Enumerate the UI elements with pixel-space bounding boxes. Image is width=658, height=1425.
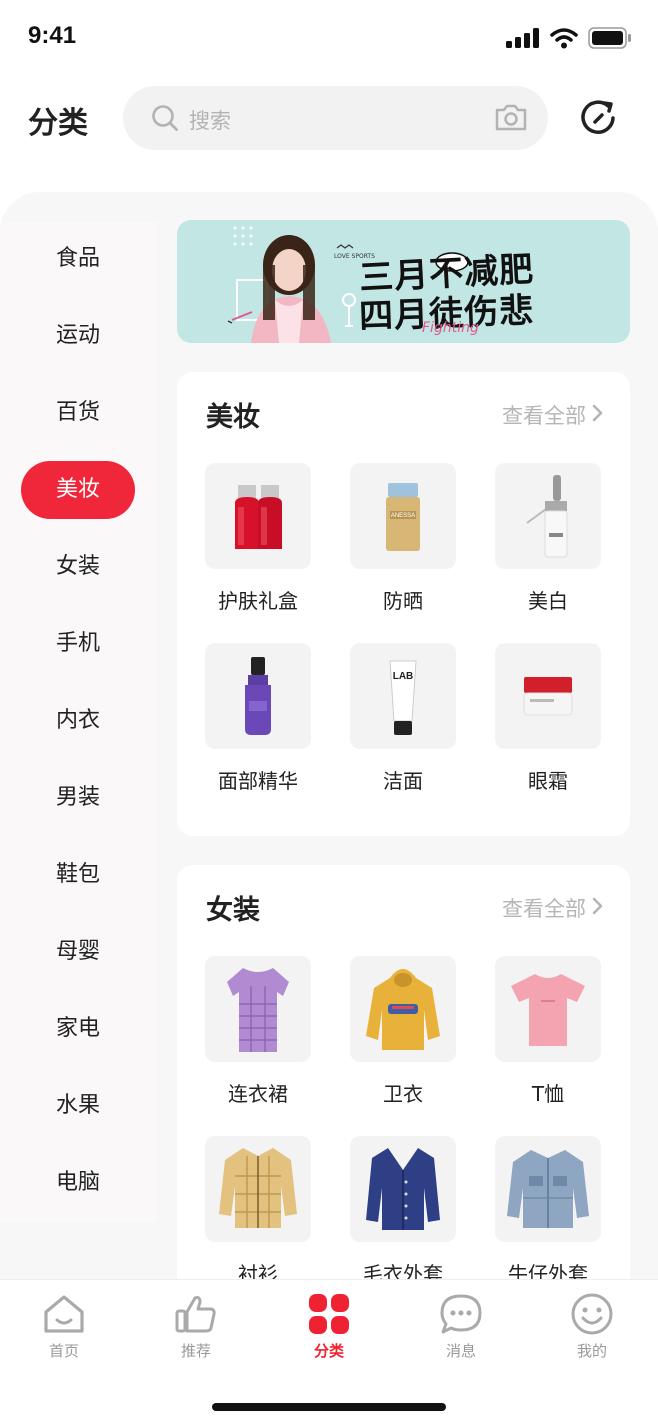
header: 分类 搜索 bbox=[0, 86, 658, 152]
serum-gift-box-icon bbox=[235, 485, 282, 549]
category-tile-hoodie[interactable] bbox=[350, 956, 456, 1062]
message-icon bbox=[440, 1294, 482, 1334]
chevron-right-icon[interactable] bbox=[592, 404, 604, 422]
view-all-link[interactable]: 查看全部 bbox=[502, 893, 586, 923]
category-tile-label: 防晒 bbox=[383, 589, 423, 613]
sidebar-item-fruit[interactable]: 水果 bbox=[21, 1077, 135, 1135]
thumbs-up-icon bbox=[175, 1296, 216, 1333]
category-tile-face-essence[interactable] bbox=[205, 643, 311, 749]
category-tile-tshirt[interactable] bbox=[495, 956, 601, 1062]
section-title: 美妆 bbox=[206, 402, 260, 433]
sidebar-item-sports[interactable]: 运动 bbox=[21, 307, 135, 365]
sidebar-item-shoes-bags[interactable]: 鞋包 bbox=[21, 846, 135, 904]
category-tile-denim-jacket[interactable] bbox=[495, 1136, 601, 1242]
wifi-icon bbox=[550, 27, 578, 48]
tab-category[interactable]: 分类 bbox=[279, 1292, 379, 1370]
sidebar-item-phones[interactable]: 手机 bbox=[21, 615, 135, 673]
category-tile-label: 连衣裙 bbox=[228, 1082, 288, 1106]
sidebar-item-mother-baby[interactable]: 母婴 bbox=[21, 923, 135, 981]
category-tile-dress[interactable] bbox=[205, 956, 311, 1062]
sidebar-item-womens-wear[interactable]: 女装 bbox=[21, 538, 135, 596]
category-tile-shirt[interactable] bbox=[205, 1136, 311, 1242]
tab-messages[interactable]: 消息 bbox=[411, 1292, 511, 1370]
bottom-tab-bar: 首页 推荐 分类 消息 我的 bbox=[0, 1279, 658, 1425]
eye-cream-jar-icon bbox=[523, 677, 573, 716]
category-tile-label: 面部精华 bbox=[218, 769, 298, 793]
svg-text:LAB: LAB bbox=[393, 671, 414, 682]
denim-jacket-icon bbox=[507, 1150, 589, 1228]
view-all-link[interactable]: 查看全部 bbox=[502, 400, 586, 430]
sidebar-item-appliances[interactable]: 家电 bbox=[21, 1000, 135, 1058]
essence-bottle-icon bbox=[245, 657, 271, 735]
category-tile-label: 洁面 bbox=[383, 769, 423, 793]
category-sidebar: 食品 运动 百货 美妆 女装 手机 内衣 男装 鞋包 母婴 家电 水果 电脑 bbox=[0, 222, 157, 1222]
promo-banner[interactable]: LOVE SPORTS 三月不减肥 四月徒伤悲 Fighting bbox=[177, 220, 630, 343]
sidebar-item-beauty[interactable]: 美妆 bbox=[21, 461, 135, 519]
cardigan-icon bbox=[366, 1148, 440, 1230]
sidebar-item-computers[interactable]: 电脑 bbox=[21, 1154, 135, 1212]
tab-label: 消息 bbox=[445, 1342, 476, 1360]
svg-text:ANESSA: ANESSA bbox=[391, 513, 415, 519]
hoodie-icon bbox=[366, 969, 440, 1050]
status-bar: 9:41 bbox=[0, 0, 658, 80]
tab-recommend[interactable]: 推荐 bbox=[146, 1292, 246, 1370]
smiley-profile-icon bbox=[571, 1293, 613, 1335]
sunscreen-icon: ANESSA bbox=[386, 483, 420, 551]
category-tile-label: 护肤礼盒 bbox=[218, 589, 298, 613]
sidebar-item-mens-wear[interactable]: 男装 bbox=[21, 769, 135, 827]
category-tile-label: 美白 bbox=[528, 589, 568, 613]
search-placeholder: 搜索 bbox=[189, 109, 231, 133]
category-tile-sunscreen[interactable]: ANESSA bbox=[350, 463, 456, 569]
section-card-womens-wear: 女装 查看全部 连衣裙 卫衣 T恤 衬衫 毛衣外套 牛仔外套 bbox=[177, 865, 630, 1292]
status-time: 9:41 bbox=[28, 22, 77, 49]
tshirt-icon bbox=[511, 974, 585, 1046]
tab-label: 首页 bbox=[48, 1342, 79, 1360]
sidebar-item-underwear[interactable]: 内衣 bbox=[21, 692, 135, 750]
category-tile-skincare-gift[interactable] bbox=[205, 463, 311, 569]
banner-script-text: Fighting bbox=[422, 320, 479, 336]
tab-profile[interactable]: 我的 bbox=[542, 1292, 642, 1370]
dress-icon bbox=[227, 968, 289, 1052]
sidebar-item-general-goods[interactable]: 百货 bbox=[21, 384, 135, 442]
signal-icon bbox=[506, 28, 539, 48]
category-grid-icon bbox=[309, 1294, 349, 1334]
search-icon bbox=[152, 105, 178, 131]
battery-icon bbox=[588, 27, 631, 49]
camera-icon[interactable] bbox=[494, 102, 528, 132]
sidebar-item-food[interactable]: 食品 bbox=[21, 230, 135, 288]
tab-label: 我的 bbox=[576, 1342, 607, 1360]
status-icons bbox=[506, 27, 632, 49]
tab-label: 分类 bbox=[313, 1342, 344, 1360]
dropper-bottle-icon bbox=[526, 475, 568, 558]
section-title: 女装 bbox=[206, 895, 260, 926]
cleanser-tube-icon: LAB bbox=[389, 660, 417, 735]
category-tile-eye-cream[interactable] bbox=[495, 643, 601, 749]
home-icon bbox=[44, 1295, 84, 1333]
category-tile-label: T恤 bbox=[531, 1082, 565, 1106]
refresh-icon[interactable] bbox=[578, 98, 618, 138]
section-card-beauty: 美妆 查看全部 护肤礼盒 ANESSA 防晒 美白 面部精华 LAB 洁面 眼霜 bbox=[177, 372, 630, 836]
tab-label: 推荐 bbox=[180, 1342, 211, 1360]
tab-home[interactable]: 首页 bbox=[14, 1292, 114, 1370]
category-tile-cardigan[interactable] bbox=[350, 1136, 456, 1242]
page-title: 分类 bbox=[28, 106, 88, 141]
main-panel: 食品 运动 百货 美妆 女装 手机 内衣 男装 鞋包 母婴 家电 水果 电脑 L… bbox=[0, 192, 658, 1292]
category-tile-label: 卫衣 bbox=[383, 1082, 423, 1106]
search-bar[interactable]: 搜索 bbox=[123, 86, 548, 150]
shirt-icon bbox=[219, 1148, 297, 1228]
category-tile-whitening[interactable] bbox=[495, 463, 601, 569]
chevron-right-icon[interactable] bbox=[592, 897, 604, 915]
category-tile-cleanser[interactable]: LAB bbox=[350, 643, 456, 749]
home-indicator bbox=[212, 1403, 446, 1411]
category-tile-label: 眼霜 bbox=[528, 769, 568, 793]
